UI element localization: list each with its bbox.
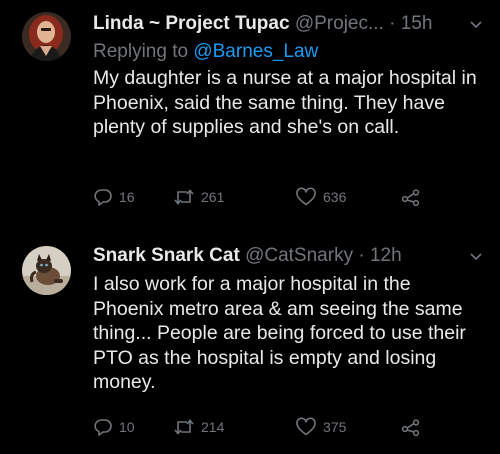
- like-button[interactable]: 636: [295, 186, 346, 208]
- tweet-text: My daughter is a nurse at a major hospit…: [93, 67, 477, 138]
- user-handle[interactable]: @Projec...: [295, 13, 384, 34]
- chevron-down-icon[interactable]: [468, 244, 484, 268]
- share-icon: [401, 417, 421, 437]
- display-name[interactable]: Linda ~ Project Tupac: [93, 13, 290, 34]
- heart-icon: [295, 417, 317, 437]
- retweet-count: 214: [201, 419, 225, 435]
- reply-icon: [93, 187, 113, 207]
- retweet-count: 261: [201, 189, 225, 205]
- mention-link[interactable]: @Barnes_Law: [193, 41, 318, 62]
- separator: ·: [358, 245, 365, 266]
- replying-to: Replying to @Barnes_Law: [93, 40, 486, 64]
- avatar[interactable]: [22, 246, 71, 295]
- like-count: 375: [323, 419, 347, 435]
- timestamp[interactable]: 12h: [370, 245, 402, 266]
- share-button[interactable]: [401, 416, 421, 438]
- replying-to-label: Replying to: [93, 41, 189, 62]
- tweet-actions: 10 214 375: [93, 416, 433, 438]
- tweet[interactable]: Linda ~ Project Tupac @Projec... · 15h R…: [0, 0, 500, 228]
- share-button[interactable]: [401, 186, 421, 208]
- reply-count: 16: [119, 189, 135, 205]
- display-name[interactable]: Snark Snark Cat: [93, 245, 240, 266]
- tweet-header: Linda ~ Project Tupac @Projec... · 15h: [93, 12, 486, 36]
- retweet-button[interactable]: 214: [173, 416, 224, 438]
- tweet-header: Snark Snark Cat @CatSnarky · 12h: [93, 244, 486, 268]
- reply-count: 10: [119, 419, 135, 435]
- retweet-icon: [173, 417, 195, 437]
- reply-icon: [93, 417, 113, 437]
- retweet-button[interactable]: 261: [173, 186, 224, 208]
- tweet-content: Snark Snark Cat @CatSnarky · 12h I also …: [93, 244, 486, 395]
- tweet-text: I also work for a major hospital in the …: [93, 273, 466, 393]
- heart-icon: [295, 187, 317, 207]
- avatar[interactable]: [22, 12, 71, 61]
- separator: ·: [389, 13, 396, 34]
- reply-button[interactable]: 10: [93, 416, 135, 438]
- tweet-content: Linda ~ Project Tupac @Projec... · 15h R…: [93, 12, 486, 140]
- timestamp[interactable]: 15h: [401, 13, 433, 34]
- tweet-actions: 16 261 636: [93, 186, 433, 208]
- reply-button[interactable]: 16: [93, 186, 135, 208]
- tweet[interactable]: Snark Snark Cat @CatSnarky · 12h I also …: [0, 228, 500, 454]
- chevron-down-icon[interactable]: [468, 12, 484, 36]
- retweet-icon: [173, 187, 195, 207]
- like-button[interactable]: 375: [295, 416, 346, 438]
- like-count: 636: [323, 189, 347, 205]
- share-icon: [401, 187, 421, 207]
- user-handle[interactable]: @CatSnarky: [245, 245, 353, 266]
